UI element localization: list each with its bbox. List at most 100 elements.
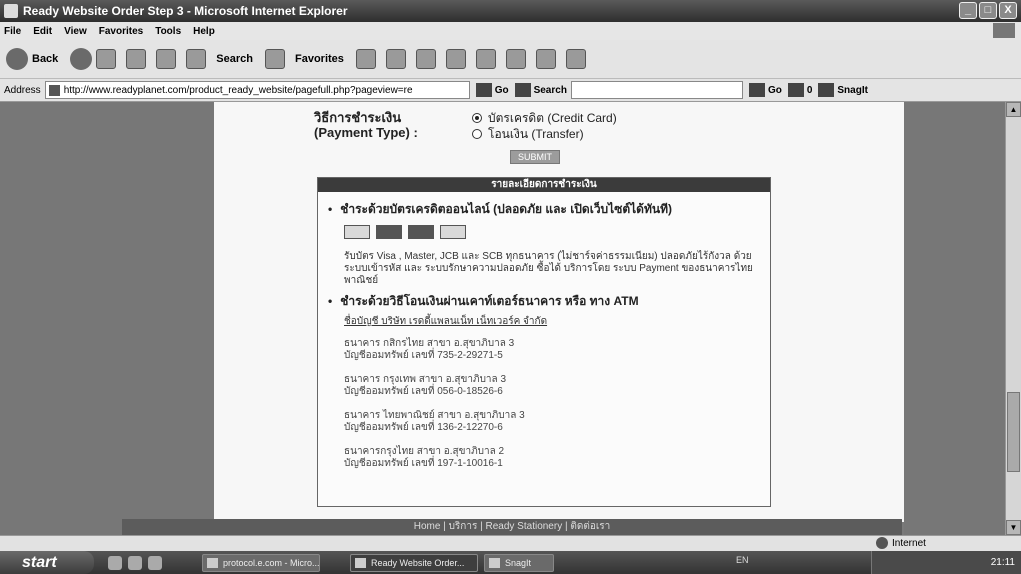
print-icon[interactable]	[415, 49, 436, 69]
credit-heading: ชำระด้วยบัตรเครดิตออนไลน์ (ปลอดภัย และ เ…	[328, 200, 672, 219]
quicklaunch-icon[interactable]	[108, 555, 122, 570]
menu-view[interactable]: View	[64, 26, 87, 37]
search-toolbar-input[interactable]	[570, 81, 743, 99]
menu-tools[interactable]: Tools	[155, 26, 181, 37]
taskbar-item-snagit[interactable]: SnagIt	[484, 553, 554, 572]
go-arrow-icon-2	[748, 83, 765, 97]
right-gutter	[904, 102, 1005, 535]
zone-label: Internet	[892, 537, 926, 549]
scb-logo-icon	[344, 225, 370, 239]
vertical-scrollbar[interactable]: ▲ ▼	[1005, 102, 1021, 535]
menu-bar: File Edit View Favorites Tools Help	[0, 22, 1021, 40]
window-title-bar: Ready Website Order Step 3 - Microsoft I…	[0, 0, 1021, 22]
close-button[interactable]: X	[999, 2, 1017, 19]
transfer-label: โอนเงิน (Transfer)	[488, 127, 584, 141]
snagit-label: SnagIt	[837, 84, 868, 96]
go-button[interactable]: Go	[475, 83, 509, 97]
search-toolbar-button[interactable]: Search	[514, 83, 567, 97]
payment-type-english: (Payment Type) :	[314, 125, 418, 140]
refresh-icon[interactable]	[126, 49, 147, 69]
scroll-up-icon[interactable]: ▲	[1006, 102, 1021, 117]
transfer-heading: ชำระด้วยวิธีโอนเงินผ่านเคาท์เตอร์ธนาคาร …	[328, 292, 638, 311]
taskbar: start protocol.e.com - Micro... Ready We…	[0, 551, 1021, 574]
radio-selected-icon[interactable]	[472, 113, 482, 123]
mastercard-logo-icon	[376, 225, 402, 239]
popup-count: 0	[806, 84, 813, 96]
mail-icon[interactable]	[385, 49, 406, 69]
submit-button[interactable]: SUBMIT	[510, 150, 561, 164]
address-input[interactable]: http://www.readyplanet.com/product_ready…	[44, 81, 470, 99]
bank-line: ธนาคาร กรุงเทพ สาขา อ.สุขาภิบาล 3	[344, 374, 507, 385]
favorites-label: Favorites	[295, 53, 344, 65]
radio-empty-icon[interactable]	[472, 129, 482, 139]
jcb-logo-icon	[440, 225, 466, 239]
back-button[interactable]: Back	[6, 48, 58, 70]
maximize-button[interactable]: □	[979, 2, 997, 19]
bank-kasikorn: ธนาคาร กสิกรไทย สาขา อ.สุขาภิบาล 3 บัญชี…	[344, 338, 514, 362]
menu-help[interactable]: Help	[193, 26, 215, 37]
quicklaunch-icon[interactable]	[128, 555, 142, 570]
go-button-2[interactable]: Go	[748, 83, 782, 97]
system-tray: 21:11	[871, 551, 1021, 574]
bank-line: ธนาคาร ไทยพาณิชย์ สาขา อ.สุขาภิบาล 3	[344, 410, 525, 421]
snagit-icon	[818, 83, 835, 97]
ie-icon	[4, 4, 18, 18]
go-label: Go	[494, 84, 509, 96]
payment-options: บัตรเครดิต (Credit Card) โอนเงิน (Transf…	[472, 110, 617, 142]
search-label: Search	[216, 53, 253, 65]
globe-icon	[876, 537, 888, 549]
browser-content: วิธีการชำระเงิน (Payment Type) : บัตรเคร…	[0, 102, 1005, 535]
search-toolbar-label: Search	[533, 84, 567, 96]
forward-button[interactable]	[70, 48, 93, 70]
card-logos	[344, 225, 466, 239]
menu-file[interactable]: File	[4, 26, 21, 37]
stop-icon[interactable]	[96, 49, 117, 69]
credit-card-option[interactable]: บัตรเครดิต (Credit Card)	[472, 110, 617, 126]
users-icon[interactable]	[565, 49, 586, 69]
popup-counter[interactable]: 0	[787, 83, 813, 97]
taskbar-item-ready-website[interactable]: Ready Website Order...	[350, 553, 478, 572]
back-arrow-icon	[6, 48, 28, 70]
scroll-thumb[interactable]	[1007, 392, 1020, 472]
bank-line: ธนาคาร กสิกรไทย สาขา อ.สุขาภิบาล 3	[344, 338, 515, 349]
account-line: บัญชีออมทรัพย์ เลขที่ 056-0-18526-6	[344, 386, 503, 397]
edit-icon[interactable]	[445, 49, 466, 69]
payment-details-panel: รายละเอียดการชำระเงิน ชำระด้วยบัตรเครดิต…	[317, 177, 771, 507]
clock: 21:11	[990, 557, 1015, 568]
scroll-down-icon[interactable]: ▼	[1006, 520, 1021, 535]
minimize-button[interactable]: _	[959, 2, 977, 19]
favorites-button[interactable]: Favorites	[265, 49, 344, 69]
messenger-icon[interactable]	[535, 49, 556, 69]
credit-description: รับบัตร Visa , Master, JCB และ SCB ทุกธน…	[344, 251, 753, 286]
window-controls: _ □ X	[959, 2, 1017, 19]
order-page: วิธีการชำระเงิน (Payment Type) : บัตรเคร…	[214, 102, 904, 522]
history-icon[interactable]	[355, 49, 376, 69]
home-icon[interactable]	[156, 49, 177, 69]
quicklaunch-icon[interactable]	[148, 555, 162, 570]
window-title: Ready Website Order Step 3 - Microsoft I…	[23, 4, 348, 18]
search-button[interactable]: Search	[186, 49, 253, 69]
taskbar-item-protocol[interactable]: protocol.e.com - Micro...	[202, 553, 320, 572]
page-footer-links[interactable]: Home | บริการ | Ready Stationery | ติดต่…	[122, 519, 902, 535]
search-web-icon	[514, 83, 531, 97]
bank-bangkok: ธนาคาร กรุงเทพ สาขา อ.สุขาภิบาล 3 บัญชีอ…	[344, 374, 506, 398]
quick-launch	[108, 555, 162, 570]
go-arrow-icon	[475, 83, 492, 97]
transfer-option[interactable]: โอนเงิน (Transfer)	[472, 126, 617, 142]
panel-title: รายละเอียดการชำระเงิน	[318, 178, 770, 192]
language-indicator[interactable]: EN	[736, 555, 749, 565]
popup-icon	[787, 83, 804, 97]
standard-toolbar: Back Search Favorites	[0, 40, 1021, 78]
search-icon	[186, 49, 207, 69]
start-button[interactable]: start	[0, 551, 94, 574]
snagit-button[interactable]: SnagIt	[818, 83, 868, 97]
research-icon[interactable]	[505, 49, 526, 69]
discuss-icon[interactable]	[475, 49, 496, 69]
menu-favorites[interactable]: Favorites	[99, 26, 143, 37]
payment-type-label: วิธีการชำระเงิน (Payment Type) :	[314, 110, 418, 140]
account-line: บัญชีออมทรัพย์ เลขที่ 197-1-10016-1	[344, 458, 503, 469]
back-label: Back	[32, 53, 59, 65]
menu-edit[interactable]: Edit	[33, 26, 52, 37]
security-zone: Internet	[876, 537, 926, 549]
address-label: Address	[4, 84, 41, 96]
